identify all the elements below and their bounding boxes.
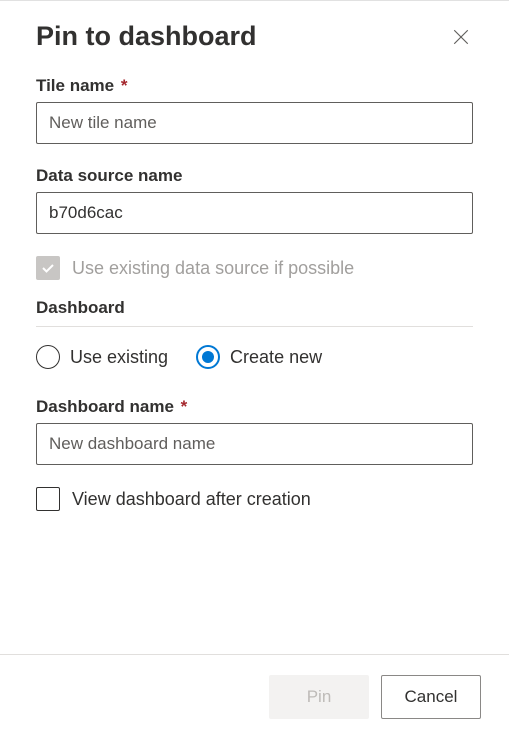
- use-existing-source-checkbox: [36, 256, 60, 280]
- use-existing-source-row: Use existing data source if possible: [36, 256, 473, 280]
- close-button[interactable]: [449, 25, 473, 49]
- dashboard-name-label: Dashboard name *: [36, 397, 473, 417]
- dashboard-name-field: Dashboard name *: [36, 397, 473, 465]
- use-existing-source-label: Use existing data source if possible: [72, 258, 354, 279]
- radio-create-new-label: Create new: [230, 347, 322, 368]
- radio-dot: [202, 351, 214, 363]
- required-indicator: *: [121, 76, 128, 95]
- view-after-row[interactable]: View dashboard after creation: [36, 487, 473, 511]
- dashboard-section-label: Dashboard: [36, 298, 473, 318]
- view-after-checkbox[interactable]: [36, 487, 60, 511]
- cancel-button[interactable]: Cancel: [381, 675, 481, 719]
- checkmark-icon: [40, 260, 56, 276]
- pin-dashboard-dialog: Pin to dashboard Tile name * Data source…: [0, 1, 509, 549]
- view-after-label: View dashboard after creation: [72, 489, 311, 510]
- radio-circle-selected: [196, 345, 220, 369]
- dashboard-radio-group: Use existing Create new: [36, 345, 473, 369]
- tile-name-label: Tile name *: [36, 76, 473, 96]
- pin-button[interactable]: Pin: [269, 675, 369, 719]
- radio-use-existing-label: Use existing: [70, 347, 168, 368]
- dialog-header: Pin to dashboard: [36, 21, 473, 52]
- data-source-input[interactable]: [36, 192, 473, 234]
- data-source-field: Data source name: [36, 166, 473, 234]
- close-icon: [452, 28, 470, 46]
- radio-use-existing[interactable]: Use existing: [36, 345, 168, 369]
- dialog-title: Pin to dashboard: [36, 21, 257, 52]
- radio-create-new[interactable]: Create new: [196, 345, 322, 369]
- dialog-footer: Pin Cancel: [0, 654, 509, 739]
- dashboard-name-input[interactable]: [36, 423, 473, 465]
- tile-name-input[interactable]: [36, 102, 473, 144]
- radio-circle-unselected: [36, 345, 60, 369]
- data-source-label: Data source name: [36, 166, 473, 186]
- section-divider: [36, 326, 473, 327]
- required-indicator: *: [181, 397, 188, 416]
- tile-name-field: Tile name *: [36, 76, 473, 144]
